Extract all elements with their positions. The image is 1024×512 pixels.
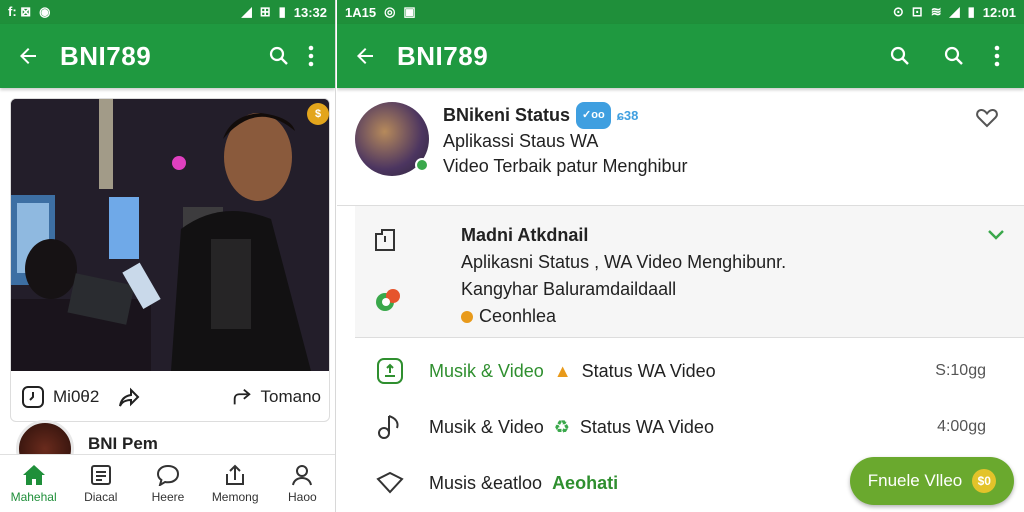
bottom-navigation: Mahehal Diacal Heere Memong Haoo xyxy=(0,454,335,512)
chevron-down-icon[interactable] xyxy=(986,228,1006,242)
follower-count: ɕ38 xyxy=(616,108,639,123)
video-thumbnail[interactable]: $ xyxy=(11,99,329,371)
notification-icon: ◉ xyxy=(39,4,51,19)
list-item-size: 4:00gg xyxy=(937,418,986,435)
next-post-item[interactable]: BNI Pem xyxy=(16,420,326,478)
vibrate-icon: ⊡ xyxy=(911,4,923,19)
alarm-icon: ◎ xyxy=(384,4,396,19)
nav-label: Diacal xyxy=(84,489,118,504)
nav-item-home[interactable]: Mahehal xyxy=(2,464,66,504)
bookmark-icon xyxy=(373,226,403,254)
list-item-title: Musik & Video xyxy=(429,360,544,381)
reaction-count: Mi0θ2 xyxy=(53,387,100,406)
profile-line-1: Aplikassi Staus WA xyxy=(443,131,599,151)
back-arrow-icon[interactable] xyxy=(349,40,381,72)
nav-item-upload[interactable]: Memong xyxy=(203,464,267,504)
profile-line-2: Video Terbaik patur Menghibur xyxy=(443,156,688,176)
battery-icon: ▮ xyxy=(967,4,975,19)
clock: 13:32 xyxy=(293,4,327,20)
alarm-icon: ⊙ xyxy=(892,4,904,19)
list-item[interactable]: Musik & Video ▲ Status WA Video S:10gg xyxy=(337,344,1024,398)
list-item-size: S:10gg xyxy=(935,362,986,379)
signal-icon: ◢ xyxy=(241,4,252,19)
search-icon[interactable] xyxy=(934,36,974,76)
verified-badge: ✓oo xyxy=(576,102,611,129)
nav-label: Haoo xyxy=(288,489,317,504)
search-icon[interactable] xyxy=(259,36,299,76)
floating-action-button[interactable]: Fnuele Vlleo $0 xyxy=(850,457,1014,505)
share-icon[interactable] xyxy=(117,385,141,409)
section-line-2: Kangyhar Baluramdaildaall xyxy=(461,279,677,299)
channel-name: BNikeni Status xyxy=(443,105,571,125)
status-left-text: 1A15 xyxy=(345,4,377,20)
nav-label: Mahehal xyxy=(10,489,57,504)
avatar[interactable] xyxy=(355,102,429,176)
list-item-subtitle: Status WA Video xyxy=(579,416,714,437)
home-icon xyxy=(22,464,45,485)
chat-icon xyxy=(156,464,179,486)
document-icon xyxy=(90,464,111,485)
coin-badge: $ xyxy=(307,103,329,125)
forward-label: Tomano xyxy=(260,387,321,406)
next-post-title: BNI Pem xyxy=(88,434,158,453)
recycle-icon: ♻ xyxy=(553,416,570,437)
card-action-bar: Mi0θ2 Tomano xyxy=(11,371,329,421)
heart-icon[interactable] xyxy=(976,108,1006,193)
channel-profile[interactable]: BNikeni Status ✓oo ɕ38 Aplikassi Staus W… xyxy=(337,90,1024,206)
section-heading: Madni Atkdnail xyxy=(461,225,589,245)
notification-icon: ▣ xyxy=(403,4,416,19)
upload-icon xyxy=(226,464,245,485)
status-bar: 1A15 ◎ ▣ ⊙ ⊡ ≋ ◢ ▮ 12:01 xyxy=(337,0,1024,24)
signal-icon: ◢ xyxy=(949,4,960,19)
music-note-icon xyxy=(375,412,405,442)
search-icon[interactable] xyxy=(880,36,920,76)
status-bar: f: ⊠ ◉ ◢ ⊞ ▮ 13:32 xyxy=(0,0,335,24)
more-vert-icon[interactable] xyxy=(299,36,323,76)
nav-label: Memong xyxy=(211,489,259,504)
list-item-subtitle: Status WA Video xyxy=(581,360,716,381)
section-status: Ceonhlea xyxy=(479,306,557,326)
list-item-subtitle: Aeohati xyxy=(552,472,619,493)
fire-icon: ▲ xyxy=(553,360,572,381)
nav-item-chat[interactable]: Heere xyxy=(136,464,200,504)
upload-icon xyxy=(375,356,405,386)
app-title: BNI789 xyxy=(60,40,152,71)
forward-icon xyxy=(233,388,251,405)
section-line-1: Aplikasni Status , WA Video Menghibunr. xyxy=(461,252,787,272)
reaction-button[interactable]: Mi0θ2 xyxy=(21,385,99,409)
fab-label: Fnuele Vlleo xyxy=(867,471,963,490)
nav-label: Heere xyxy=(151,489,185,504)
left-phone-screen: f: ⊠ ◉ ◢ ⊞ ▮ 13:32 BNI789 $ Mi0θ2 Tomano… xyxy=(0,0,336,512)
app-logo-icon xyxy=(373,286,403,314)
nav-item-docs[interactable]: Diacal xyxy=(69,464,133,504)
coin-badge: $0 xyxy=(972,469,997,493)
video-card[interactable]: $ Mi0θ2 Tomano xyxy=(10,98,330,422)
forward-button[interactable]: Tomano xyxy=(231,386,321,408)
status-dot xyxy=(461,310,473,323)
back-arrow-icon[interactable] xyxy=(12,40,44,72)
app-bar: BNI789 xyxy=(0,24,335,88)
wifi-icon: ≋ xyxy=(930,4,942,19)
status-left-text: f: ⊠ xyxy=(8,4,32,19)
more-vert-icon[interactable] xyxy=(982,36,1012,76)
right-phone-screen: 1A15 ◎ ▣ ⊙ ⊡ ≋ ◢ ▮ 12:01 BNI789 BNikeni … xyxy=(337,0,1024,512)
battery-icon: ▮ xyxy=(278,4,286,19)
diamond-icon xyxy=(375,468,405,498)
timer-icon xyxy=(22,386,44,408)
app-bar: BNI789 xyxy=(337,24,1024,88)
app-title: BNI789 xyxy=(397,40,489,71)
list-item[interactable]: Musik & Video ♻ Status WA Video 4:00gg xyxy=(337,400,1024,454)
featured-section[interactable]: Madni Atkdnail Aplikasni Status , WA Vid… xyxy=(355,206,1024,338)
online-indicator xyxy=(415,158,429,172)
wifi-icon: ⊞ xyxy=(259,4,271,19)
nav-item-profile[interactable]: Haoo xyxy=(270,464,334,504)
clock: 12:01 xyxy=(982,4,1016,20)
list-item-title: Musik & Video xyxy=(429,416,544,437)
person-icon xyxy=(292,464,313,485)
list-item-title: Musis &eatloo xyxy=(429,472,543,493)
